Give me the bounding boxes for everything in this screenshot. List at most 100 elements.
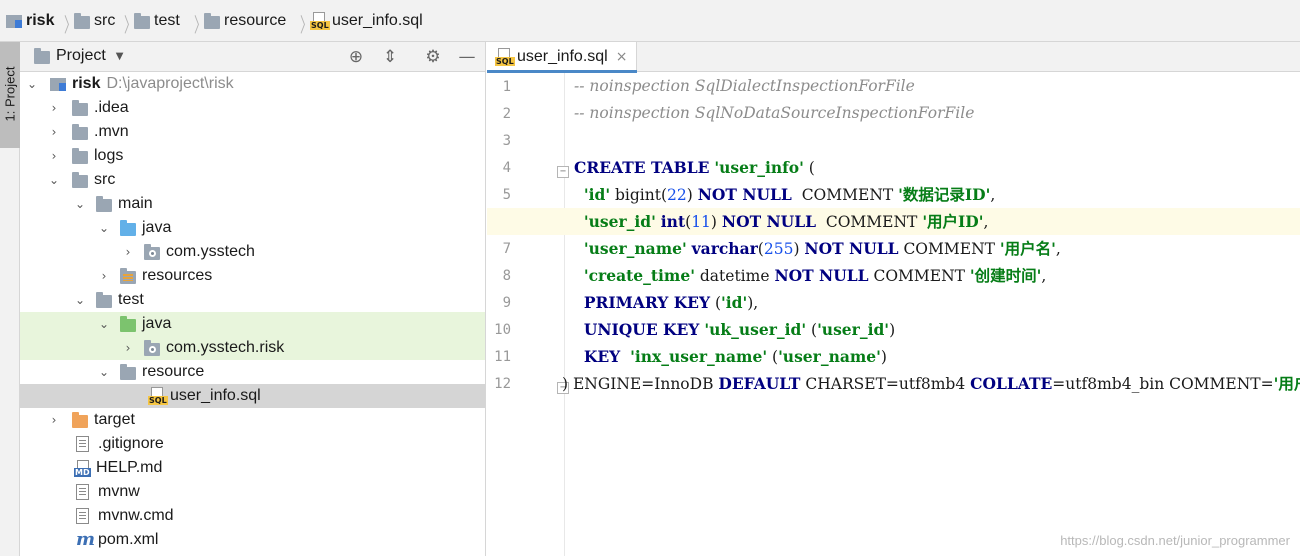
tree-item-main-java[interactable]: ⌄ java bbox=[20, 216, 485, 240]
tree-item-resources[interactable]: › resources bbox=[20, 264, 485, 288]
chevron-right-icon[interactable]: › bbox=[96, 269, 112, 283]
string-literal: '用户信息' bbox=[1273, 374, 1300, 393]
keyword: varchar bbox=[691, 239, 758, 258]
identifier: 'inx_user_name' bbox=[630, 347, 768, 366]
code-text: , bbox=[1055, 240, 1061, 258]
line-number: 4 bbox=[502, 160, 511, 176]
breadcrumb-resource[interactable]: resource bbox=[204, 10, 286, 32]
chevron-down-icon[interactable]: ⌄ bbox=[96, 365, 112, 379]
tree-item-label: mvnw.cmd bbox=[98, 507, 174, 524]
code-area[interactable]: -- noinspection SqlDialectInspectionForF… bbox=[487, 73, 1300, 556]
tree-item-label: resources bbox=[142, 267, 213, 284]
close-icon[interactable]: × bbox=[616, 49, 628, 65]
identifier: 'user_name' bbox=[778, 347, 881, 366]
tree-item-resource[interactable]: ⌄ resource bbox=[20, 360, 485, 384]
tree-item-label: resource bbox=[142, 363, 205, 380]
hide-panel-icon[interactable]: — bbox=[456, 46, 478, 68]
tree-item-com-ysstech-risk[interactable]: › com.ysstech.risk bbox=[20, 336, 485, 360]
source-folder-icon bbox=[120, 219, 136, 236]
tree-item-label: user_info.sql bbox=[170, 387, 261, 404]
comment: -- noinspection SqlDialectInspectionForF… bbox=[574, 77, 915, 95]
module-icon bbox=[6, 14, 22, 28]
module-icon bbox=[50, 77, 66, 91]
folder-icon bbox=[72, 99, 88, 116]
maven-icon: m bbox=[76, 529, 96, 550]
tree-item-pom-xml[interactable]: m pom.xml bbox=[20, 528, 485, 552]
chevron-down-icon[interactable]: ⌄ bbox=[72, 293, 88, 307]
code-line-10: UNIQUE KEY 'uk_user_id' ('user_id') bbox=[574, 316, 895, 343]
breadcrumb-test[interactable]: test bbox=[134, 10, 180, 32]
identifier: 'uk_user_id' bbox=[704, 320, 807, 339]
tree-item-logs[interactable]: › logs bbox=[20, 144, 485, 168]
project-view-selector[interactable]: Project ▼ bbox=[34, 47, 124, 65]
chevron-right-icon[interactable]: › bbox=[46, 101, 62, 115]
folder-icon bbox=[74, 12, 90, 29]
tree-item-test[interactable]: ⌄ test bbox=[20, 288, 485, 312]
tree-item-test-java[interactable]: ⌄ java bbox=[20, 312, 485, 336]
keyword: CREATE TABLE bbox=[574, 158, 710, 177]
folder-icon bbox=[72, 171, 88, 188]
breadcrumb-src[interactable]: src bbox=[74, 10, 115, 32]
code-line-11: KEY 'inx_user_name' ('user_name') bbox=[574, 343, 887, 370]
tree-item-main[interactable]: ⌄ main bbox=[20, 192, 485, 216]
locate-target-icon[interactable]: ⊕ bbox=[345, 46, 367, 68]
tree-item-label: com.ysstech bbox=[166, 243, 255, 260]
line-number: 9 bbox=[502, 295, 511, 311]
tree-item-risk[interactable]: ⌄ risk D:\javaproject\risk bbox=[20, 72, 485, 96]
package-icon bbox=[144, 339, 160, 356]
line-number: 5 bbox=[502, 187, 511, 203]
chevron-down-icon[interactable]: ⌄ bbox=[96, 221, 112, 235]
code-text: ( bbox=[803, 159, 815, 177]
gear-icon[interactable]: ⚙ bbox=[422, 46, 444, 68]
chevron-down-icon[interactable]: ⌄ bbox=[24, 77, 40, 91]
code-line-9: PRIMARY KEY ('id'), bbox=[574, 289, 758, 316]
code-text: ) bbox=[793, 240, 805, 258]
tree-item-gitignore[interactable]: .gitignore bbox=[20, 432, 485, 456]
project-tool-window-label: 1: Project bbox=[2, 66, 18, 122]
keyword: UNIQUE KEY bbox=[583, 320, 700, 339]
chevron-down-icon[interactable]: ⌄ bbox=[96, 317, 112, 331]
tree-item-com-ysstech[interactable]: › com.ysstech bbox=[20, 240, 485, 264]
excluded-folder-icon bbox=[72, 411, 88, 428]
code-text: CHARSET=utf8mb4 bbox=[800, 375, 971, 393]
identifier: 'user_id' bbox=[583, 212, 656, 231]
chevron-right-icon[interactable]: › bbox=[46, 413, 62, 427]
line-number: 3 bbox=[502, 133, 511, 149]
tree-item-idea[interactable]: › .idea bbox=[20, 96, 485, 120]
tree-item-mvnw-cmd[interactable]: mvnw.cmd bbox=[20, 504, 485, 528]
keyword: NOT NULL bbox=[774, 266, 869, 285]
tree-item-help-md[interactable]: MD HELP.md bbox=[20, 456, 485, 480]
breadcrumb-label: src bbox=[94, 12, 116, 29]
chevron-right-icon[interactable]: › bbox=[46, 149, 62, 163]
code-text: COMMENT bbox=[868, 267, 970, 285]
tree-item-mvnw[interactable]: mvnw bbox=[20, 480, 485, 504]
chevron-down-icon[interactable]: ⌄ bbox=[72, 197, 88, 211]
code-text: COMMENT bbox=[898, 240, 1000, 258]
chevron-right-icon[interactable]: › bbox=[120, 245, 136, 259]
tab-user-info-sql[interactable]: SQL user_info.sql × bbox=[487, 42, 637, 73]
code-text: , bbox=[983, 213, 989, 231]
identifier: 'user_name' bbox=[583, 239, 687, 258]
chevron-right-icon[interactable]: › bbox=[120, 341, 136, 355]
code-line-1: -- noinspection SqlDialectInspectionForF… bbox=[574, 73, 915, 100]
code-text: ) bbox=[880, 348, 887, 366]
tree-item-label: HELP.md bbox=[96, 459, 163, 476]
tree-item-src[interactable]: ⌄ src bbox=[20, 168, 485, 192]
chevron-right-icon[interactable]: › bbox=[46, 125, 62, 139]
collapse-all-icon[interactable]: ⇕ bbox=[379, 46, 401, 68]
code-text: bigint( bbox=[610, 186, 668, 204]
breadcrumb-user-info-sql[interactable]: SQL user_info.sql bbox=[310, 10, 423, 32]
project-tool-window-button[interactable]: 1: Project bbox=[0, 42, 20, 148]
sql-file-icon: SQL bbox=[310, 12, 330, 30]
breadcrumb-risk[interactable]: risk bbox=[6, 10, 54, 32]
identifier: 'user_id' bbox=[817, 320, 890, 339]
tree-item-label: java bbox=[142, 219, 172, 236]
tree-item-mvn[interactable]: › .mvn bbox=[20, 120, 485, 144]
tree-item-label: target bbox=[94, 411, 135, 428]
folder-icon bbox=[72, 147, 88, 164]
line-number: 11 bbox=[494, 349, 511, 365]
tree-item-target[interactable]: › target bbox=[20, 408, 485, 432]
chevron-down-icon[interactable]: ⌄ bbox=[46, 173, 62, 187]
tree-item-user-info-sql[interactable]: SQL user_info.sql bbox=[20, 384, 485, 408]
code-line-2: -- noinspection SqlNoDataSourceInspectio… bbox=[574, 100, 974, 127]
